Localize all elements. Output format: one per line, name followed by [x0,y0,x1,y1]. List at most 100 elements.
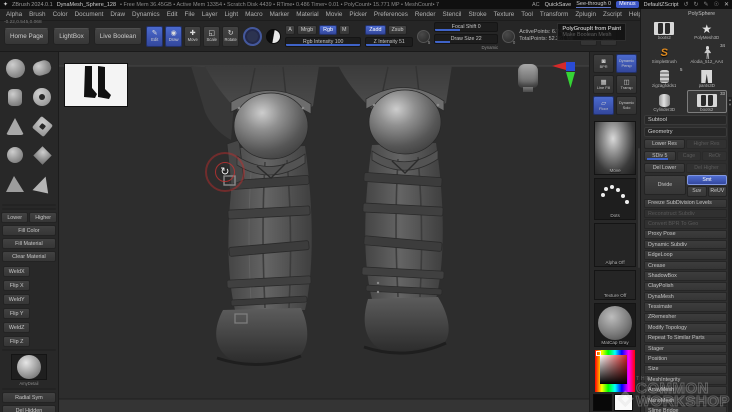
lightbox-button[interactable]: LightBox [53,27,90,45]
geometry-subpalette-item[interactable]: Proxy Pose [644,229,727,240]
fill-button[interactable]: Fill Material [1,238,56,249]
transp-button[interactable]: ◫ Transp [616,75,638,94]
document-preview-thumbnail[interactable] [63,63,128,107]
higher-button[interactable]: Higher [29,212,57,223]
quickpick-diamond[interactable] [29,141,55,169]
menu-item[interactable]: Zplugin [575,11,596,18]
close-window-button[interactable]: ✕ [724,1,729,8]
geometry-subpalette-item[interactable]: ZRemesher [644,312,727,323]
reuv-button[interactable]: ReUV [707,186,727,197]
default-zscript-button[interactable]: DefaultZScript [644,2,679,8]
menu-item[interactable]: Render [415,11,436,18]
suv-button[interactable]: Suv [687,186,707,197]
geometry-subpalette-item[interactable]: Slime Bridge [644,406,727,412]
bpr-button[interactable]: ◙ BPR [593,54,615,73]
color-picker[interactable] [595,350,636,392]
divide-button[interactable]: Divide [644,174,686,195]
geometry-subpalette-item[interactable]: DynaMesh [644,292,727,302]
menu-item[interactable]: Light [224,11,238,18]
geometry-subpalette-item[interactable]: Repeat To Similar Parts [644,333,727,343]
weld-flip-button[interactable]: Flip Z [2,336,31,347]
visibility-button[interactable]: Radial Sym [1,392,56,403]
geometry-subpalette-item[interactable]: Convert BPR To Geo [644,219,727,229]
rgb-intensity-slider[interactable]: Rgb Intensity 100 [285,37,362,48]
geometry-subpalette-item[interactable]: Modify Topology [644,323,727,333]
geometry-subpalette-item[interactable]: NanoMesh [644,395,727,406]
menu-item[interactable]: Texture [494,11,515,18]
smart-subdiv-button[interactable]: Smart Subdiv [1,349,56,351]
gravity-knob-icon[interactable]: 5 [417,29,431,45]
mode-button[interactable]: ↻ Rotate [222,25,240,47]
draw-size-slider[interactable]: Draw Size 22 [434,34,499,45]
geometry-subpalette-item[interactable]: ShadowBox [644,271,727,281]
menu-item[interactable]: Dynamics [132,11,160,18]
geometry-subpalette-item[interactable]: Freeze SubDivision Levels [644,198,727,208]
menu-item[interactable]: Stencil [443,11,462,18]
menu-item[interactable]: Picker [349,11,367,18]
fill-button[interactable]: Fill Color [1,225,56,236]
live-boolean-button[interactable]: Live Boolean [93,27,143,45]
menu-item[interactable]: Color [53,11,68,18]
menu-item[interactable]: Layer [202,11,218,18]
quickpick-prism[interactable] [29,170,55,198]
focal-shift-slider[interactable]: Focal Shift 0 [434,22,499,33]
visibility-button[interactable]: Del Hidden [1,405,56,412]
floor-button[interactable]: ▱ Floor [593,96,615,115]
reor-button[interactable]: ReOr [702,150,728,161]
menu-item[interactable]: File [185,11,195,18]
z-intensity-slider[interactable]: Z Intensity 51 [365,37,414,48]
smt-toggle[interactable]: Smt [687,174,727,185]
tool-item[interactable]: Cylinder3D [644,90,685,113]
menu-item[interactable]: Draw [110,11,125,18]
m-button[interactable]: M [339,25,350,36]
main-color-swatch[interactable] [614,394,634,411]
lower-res-button[interactable]: Lower Res [644,138,685,149]
geometry-subpalette-item[interactable]: Size [644,364,727,375]
del-higher-button[interactable]: Del Higher [686,162,727,173]
user-icon[interactable]: ☉ [714,1,719,8]
axis-gizmo[interactable] [551,60,581,90]
tool-item[interactable]: 5 zigzagfolds1 [644,66,685,89]
del-lower-button[interactable]: Del Lower [644,162,685,173]
easymesh-button[interactable]: EasyMesh [1,208,56,210]
weld-flip-button[interactable]: WeldZ [2,322,31,333]
line-fill-button[interactable]: ▦ Line Fill [593,75,615,94]
geometry-subpalette-item[interactable]: Position [644,354,727,364]
menus-button[interactable]: Menus [616,1,639,8]
geometry-subpalette-item[interactable]: Dynamic Subdiv [644,240,727,250]
quickpick-sphere[interactable] [2,54,28,82]
rgb-button[interactable]: Rgb [319,25,337,36]
weld-flip-button[interactable]: Flip X [2,280,31,291]
geometry-subpalette-item[interactable]: Tessimate [644,302,727,312]
cage-button[interactable]: Cage [676,150,702,161]
mode-button[interactable]: ✎ Edit [146,25,164,47]
mode-button[interactable]: ◱ Scale [203,25,221,47]
current-material-thumbnail[interactable]: MatCap Gray [594,303,637,347]
panel-scrollbar[interactable]: ▲ ▼ [728,97,732,412]
sdiv-slider[interactable]: SDiv 5 [644,150,676,161]
weld-flip-button[interactable]: WeldX [2,266,31,277]
persp-button[interactable]: Dynamic Persp [616,54,638,73]
geometry-subpalette-item[interactable]: ArrayMesh [644,385,727,395]
sculpt-viewport[interactable]: ↻ [58,52,590,412]
menu-item[interactable]: Zscript [603,11,622,18]
weld-flip-button[interactable]: WeldY [2,294,31,305]
weld-flip-button[interactable]: Flip Y [2,308,31,319]
geometry-subpalette-item[interactable]: ClayPolish [644,281,727,292]
undo-icon[interactable]: ↺ [683,1,688,8]
dynamic-mode-label[interactable]: Dynamic [481,45,498,50]
paint-ring-icon[interactable] [243,26,263,46]
current-alpha-thumbnail[interactable]: Alpha Off [594,223,637,267]
geometry-subpalette-item[interactable]: Stager [644,343,727,354]
detail-level-slider[interactable]: Detail Level 5 [1,204,56,206]
geometry-subpalette-item[interactable]: MeshIntegrity [644,375,727,385]
menu-item[interactable]: Document [75,11,104,18]
mode-button[interactable]: ◉ Draw [165,25,183,47]
mode-button[interactable]: ✚ Move [184,25,202,47]
tool-item[interactable]: boots2 [644,18,685,41]
quickpick-tilted-cylinder[interactable] [29,54,55,82]
menu-item[interactable]: Material [296,11,318,18]
current-stroke-thumbnail[interactable]: Dots [594,178,637,220]
quickpick-sphere2[interactable] [2,141,28,169]
fill-button[interactable]: Clear Material [1,251,56,262]
